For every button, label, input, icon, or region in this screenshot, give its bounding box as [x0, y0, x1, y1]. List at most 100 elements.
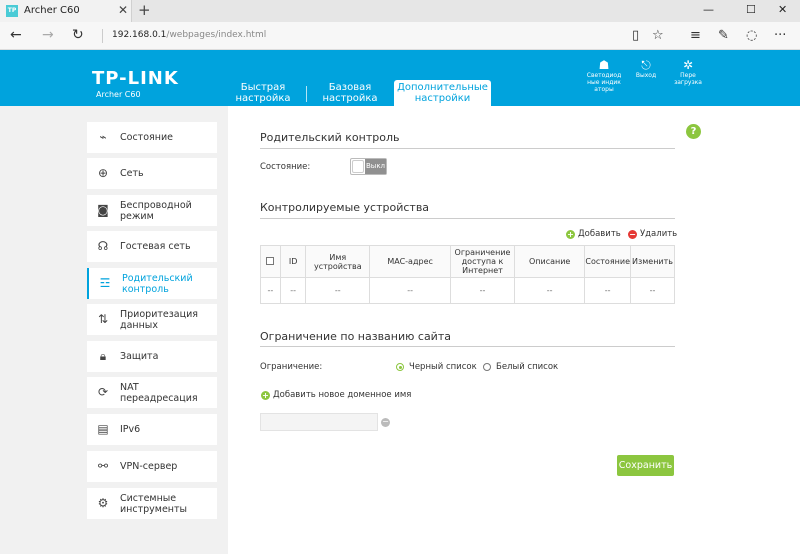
help-icon[interactable]: ?: [686, 124, 701, 139]
devices-table: ID Имя устройства MAC-адрес Ограничение …: [260, 245, 675, 304]
sidebar-item-qos[interactable]: ⇅ Приоритезация данных: [87, 304, 217, 335]
tplink-favicon-icon: TP: [6, 5, 18, 17]
table-cell: --: [630, 277, 675, 304]
sidebar-item-label: Беспроводной режим: [120, 199, 192, 222]
section-divider: [260, 346, 675, 347]
whitelist-radio[interactable]: Белый список: [483, 362, 558, 372]
maximize-icon[interactable]: ☐: [746, 3, 756, 16]
forward-icon[interactable]: →: [42, 27, 54, 43]
minimize-icon[interactable]: —: [703, 3, 714, 16]
blacklist-radio[interactable]: Черный список: [396, 362, 477, 372]
favorite-star-icon[interactable]: ☆: [652, 28, 664, 43]
site-limit-title: Ограничение по названию сайта: [260, 330, 451, 343]
address-separator: [102, 29, 103, 43]
refresh-icon[interactable]: ↻: [72, 27, 84, 43]
sidebar-item-security[interactable]: 🔒︎ Защита: [87, 341, 217, 372]
sidebar-item-guest-network[interactable]: ☊ Гостевая сеть: [87, 231, 217, 262]
sidebar: ⌁ Состояние ⊕ Сеть ◙ Беспроводной режим …: [0, 106, 228, 554]
sidebar-item-network[interactable]: ⊕ Сеть: [87, 158, 217, 189]
wireless-icon: ◙: [97, 203, 109, 217]
led-button[interactable]: ☗ Светодиод ные индик аторы: [582, 58, 626, 93]
controlled-devices-title: Контролируемые устройства: [260, 201, 430, 214]
plus-icon: +: [261, 390, 270, 400]
qos-icon: ⇅: [97, 312, 109, 326]
sidebar-item-label: IPv6: [120, 424, 141, 435]
close-tab-icon[interactable]: ✕: [118, 3, 128, 17]
column-header: Ограничение доступа к Интернет: [450, 245, 515, 278]
guest-network-icon: ☊: [97, 239, 109, 253]
sidebar-item-label: Системные инструменты: [120, 492, 188, 515]
nat-icon: ⟳: [97, 385, 109, 399]
blacklist-label: Черный список: [409, 362, 477, 372]
nav-basic-setup[interactable]: Базовая настройка: [315, 80, 385, 106]
select-all-cell: [260, 245, 281, 278]
sidebar-item-label: Защита: [120, 351, 159, 362]
reboot-button[interactable]: ✲ Пере загрузка: [666, 58, 710, 86]
add-device-button[interactable]: + Добавить: [566, 229, 621, 239]
nav-advanced-setup[interactable]: Дополнительные настройки: [394, 80, 491, 106]
add-domain-label: Добавить новое доменное имя: [273, 390, 412, 400]
add-domain-button[interactable]: + Добавить новое доменное имя: [261, 390, 411, 400]
sidebar-item-nat[interactable]: ⟳ NAT переадресация: [87, 377, 217, 408]
delete-device-button[interactable]: − Удалить: [628, 229, 677, 239]
reboot-icon: ✲: [682, 58, 694, 72]
gear-icon: ⚙: [97, 496, 109, 510]
sidebar-item-label: VPN-сервер: [120, 461, 178, 472]
column-header: MAC-адрес: [369, 245, 452, 278]
sidebar-item-label: Состояние: [120, 132, 173, 143]
back-icon[interactable]: ←: [10, 27, 22, 43]
table-cell: --: [513, 277, 586, 304]
add-device-label: Добавить: [578, 229, 621, 239]
delete-device-label: Удалить: [640, 229, 678, 239]
tab-title: Archer C60: [24, 5, 80, 16]
minus-icon: −: [628, 229, 637, 239]
limit-label: Ограничение:: [260, 362, 323, 372]
web-note-icon[interactable]: ✎: [718, 28, 729, 43]
column-header: Описание: [513, 245, 586, 278]
nav-divider: [306, 86, 307, 102]
reading-view-icon[interactable]: ▯: [632, 28, 639, 43]
share-icon[interactable]: ◌: [746, 28, 757, 43]
nav-quick-setup[interactable]: Быстрая настройка: [228, 80, 298, 106]
new-tab-icon[interactable]: +: [138, 1, 151, 19]
window-close-icon[interactable]: ✕: [778, 3, 787, 16]
toggle-state: Выкл: [365, 159, 386, 174]
logout-label: Выход: [635, 72, 657, 79]
status-icon: ⌁: [99, 130, 107, 144]
radio-selected-icon: [396, 363, 404, 371]
sidebar-item-label: Приоритезация данных: [120, 308, 198, 331]
table-cell: --: [450, 277, 515, 304]
sidebar-item-label: NAT переадресация: [120, 381, 198, 404]
model-name: Archer C60: [96, 90, 141, 99]
table-cell: --: [260, 277, 281, 304]
globe-icon: ⊕: [97, 166, 109, 180]
url-field[interactable]: 192.168.0.1/webpages/index.html: [112, 30, 266, 40]
sidebar-item-vpn[interactable]: ⚯ VPN-сервер: [87, 451, 217, 482]
plus-icon: +: [566, 229, 575, 239]
sidebar-item-ipv6[interactable]: ▤ IPv6: [87, 414, 217, 445]
logout-icon: ⎋: [641, 58, 651, 72]
lock-icon: 🔒︎: [99, 349, 107, 363]
remove-domain-icon[interactable]: −: [381, 418, 390, 427]
sidebar-item-label: Родительский контроль: [122, 272, 193, 295]
save-button[interactable]: Сохранить: [617, 455, 674, 476]
tplink-logo: TP-LINK: [92, 68, 179, 89]
select-all-checkbox[interactable]: [266, 256, 275, 265]
hub-icon[interactable]: ≡: [690, 28, 701, 43]
url-host: 192.168.0.1: [112, 30, 167, 40]
browser-tab[interactable]: TP Archer C60 ✕: [0, 0, 132, 22]
address-bar: ← → ↻ 192.168.0.1/webpages/index.html ▯ …: [0, 22, 800, 50]
sidebar-item-system-tools[interactable]: ⚙ Системные инструменты: [87, 488, 217, 519]
domain-input[interactable]: [260, 413, 378, 431]
sidebar-item-status[interactable]: ⌁ Состояние: [87, 122, 217, 153]
sidebar-item-parental-control[interactable]: ☲ Родительский контроль: [87, 268, 217, 299]
browser-tab-bar: TP Archer C60 ✕ + — ☐ ✕: [0, 0, 800, 22]
table-header-row: ID Имя устройства MAC-адрес Ограничение …: [260, 245, 675, 278]
section-divider: [260, 218, 675, 219]
more-icon[interactable]: ···: [774, 28, 786, 43]
parental-control-toggle[interactable]: Выкл: [350, 158, 387, 175]
toggle-knob: [352, 160, 364, 173]
logout-button[interactable]: ⎋ Выход: [624, 58, 668, 79]
sidebar-item-wireless[interactable]: ◙ Беспроводной режим: [87, 195, 217, 226]
column-header: Имя устройства: [305, 245, 371, 278]
